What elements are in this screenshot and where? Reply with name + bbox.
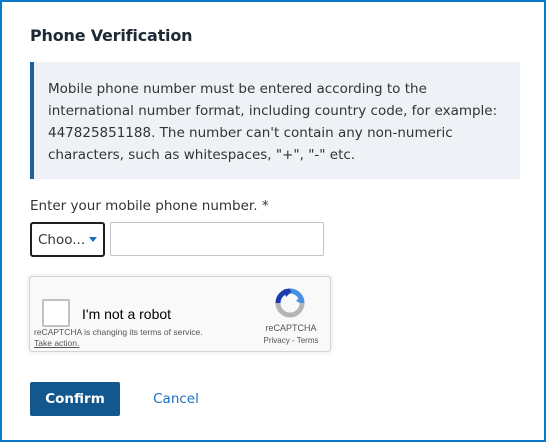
- chevron-down-icon: [89, 237, 97, 242]
- recaptcha-links: Privacy - Terms: [254, 336, 328, 345]
- info-box: Mobile phone number must be entered acco…: [30, 62, 520, 179]
- recaptcha-brand: reCAPTCHA: [265, 323, 317, 333]
- recaptcha-label: I'm not a robot: [82, 306, 172, 322]
- dialog-title: Phone Verification: [30, 26, 193, 45]
- recaptcha-terms-link[interactable]: Terms: [297, 336, 319, 345]
- recaptcha-privacy-link[interactable]: Privacy: [264, 336, 290, 345]
- phone-verification-dialog: Phone Verification Mobile phone number m…: [0, 0, 546, 442]
- recaptcha-widget: I'm not a robot reCAPTCHA is changing it…: [29, 276, 331, 352]
- country-select-value: Choo...: [38, 231, 86, 248]
- recaptcha-links-separator: -: [289, 336, 297, 345]
- phone-number-input[interactable]: [110, 222, 324, 256]
- info-text: Mobile phone number must be entered acco…: [48, 81, 498, 163]
- recaptcha-logo-icon: [275, 288, 305, 318]
- recaptcha-terms-note: reCAPTCHA is changing its terms of servi…: [34, 327, 203, 337]
- confirm-button[interactable]: Confirm: [30, 382, 120, 416]
- recaptcha-take-action-link[interactable]: Take action.: [34, 338, 79, 348]
- recaptcha-checkbox[interactable]: [42, 299, 70, 327]
- cancel-button[interactable]: Cancel: [142, 382, 210, 416]
- phone-label: Enter your mobile phone number. *: [30, 198, 269, 214]
- country-code-select[interactable]: Choo...: [30, 222, 105, 257]
